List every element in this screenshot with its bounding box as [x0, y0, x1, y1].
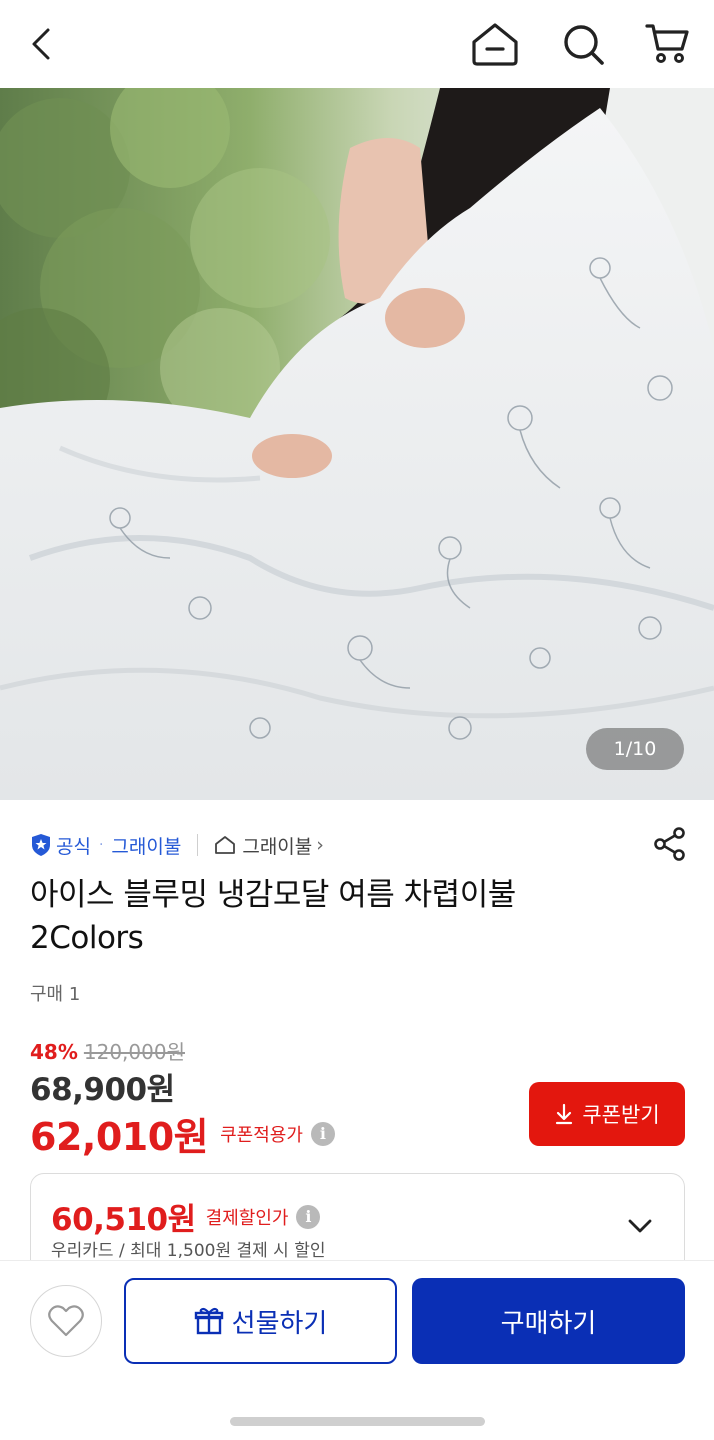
brand-name[interactable]: 그래이불 [111, 832, 181, 859]
official-shield-icon [32, 834, 50, 856]
chevron-right-icon: › [316, 834, 324, 856]
product-title: 아이스 블루밍 냉감모달 여름 차렵이불 2Colors [30, 874, 650, 960]
product-detail-screen: 1/10 공식 · 그래이불 그래이불 › 아이스 블루밍 냉감모달 여름 차렵… [0, 0, 714, 1440]
download-icon [556, 1103, 573, 1125]
official-label: 공식 [56, 835, 91, 858]
divider [197, 834, 199, 856]
home-button[interactable] [469, 18, 521, 70]
gift-icon [194, 1307, 223, 1335]
back-button[interactable] [16, 18, 68, 70]
share-icon [654, 827, 685, 861]
card-discount-price: 60,510원 [51, 1202, 196, 1238]
image-counter: 1/10 [586, 728, 684, 770]
card-price-row: 60,510원 결제할인가 i [51, 1194, 321, 1239]
gift-label: 선물하기 [231, 1308, 328, 1339]
buy-button[interactable]: 구매하기 [412, 1278, 685, 1364]
bottom-action-bar: 선물하기 구매하기 [0, 1260, 714, 1440]
store-link[interactable]: 그래이불 › [214, 832, 324, 859]
card-discount-label: 결제할인가 [205, 1207, 289, 1229]
product-photo [0, 88, 714, 800]
home-icon [472, 23, 518, 66]
chevron-left-icon [32, 28, 50, 60]
cart-icon [645, 24, 689, 63]
product-title-line1: 아이스 블루밍 냉감모달 여름 차렵이불 [30, 877, 516, 913]
coupon-price: 62,010원 [30, 1115, 209, 1159]
sale-price: 68,900원 [30, 1072, 175, 1108]
store-home-icon [215, 836, 236, 854]
wishlist-button[interactable] [30, 1285, 102, 1357]
store-name: 그래이불 [242, 835, 313, 858]
chevron-down-icon[interactable] [626, 1212, 654, 1240]
discount-row: 48% 120,000원 [30, 1036, 185, 1065]
get-coupon-label: 쿠폰받기 [582, 1103, 660, 1127]
coupon-price-row: 62,010원 쿠폰적용가 i [30, 1106, 335, 1161]
product-title-line2: 2Colors [30, 920, 144, 956]
discount-rate: 48% [30, 1040, 78, 1064]
info-icon[interactable]: i [310, 1121, 335, 1146]
get-coupon-button[interactable]: 쿠폰받기 [529, 1082, 685, 1146]
brand-row: 공식 · 그래이불 그래이불 › [30, 828, 324, 862]
coupon-price-label: 쿠폰적용가 [220, 1124, 303, 1146]
brand-separator: · [98, 837, 104, 853]
card-discount-description: 우리카드 / 최대 1,500원 결제 시 할인 [51, 1241, 326, 1261]
top-nav-bar [0, 0, 714, 88]
share-button[interactable] [650, 824, 690, 864]
search-button[interactable] [557, 18, 609, 70]
info-icon[interactable]: i [296, 1204, 321, 1229]
search-icon [564, 25, 604, 65]
official-badge: 공식 [30, 832, 91, 859]
original-price: 120,000원 [83, 1040, 185, 1064]
heart-icon [48, 1305, 84, 1337]
gift-button[interactable]: 선물하기 [124, 1278, 397, 1364]
product-image-carousel[interactable]: 1/10 [0, 88, 714, 800]
home-indicator [230, 1417, 485, 1426]
purchase-count: 구매 1 [30, 984, 81, 1005]
cart-button[interactable] [641, 18, 693, 70]
